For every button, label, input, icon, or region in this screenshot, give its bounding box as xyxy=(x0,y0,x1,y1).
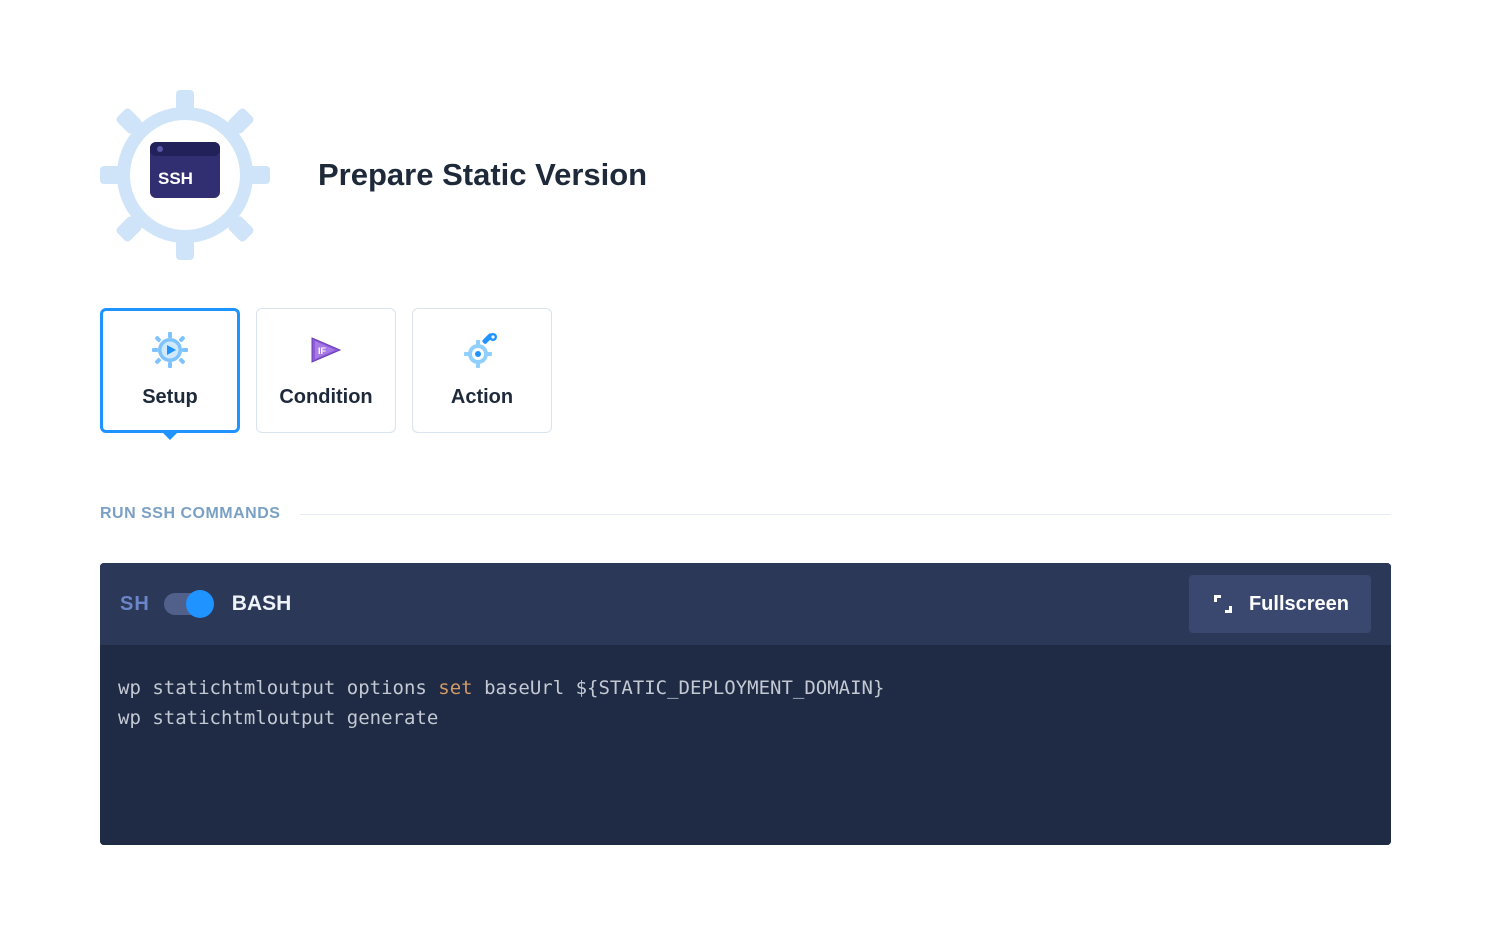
code-editor: SH BASH Fullscreen wp statichtmloutput o… xyxy=(100,563,1391,845)
code-line: wp statichtmloutput generate xyxy=(118,703,1373,733)
tab-setup[interactable]: Setup xyxy=(100,308,240,433)
tab-label: Condition xyxy=(279,386,372,409)
tab-label: Setup xyxy=(142,386,198,409)
code-line: wp statichtmloutput options set baseUrl … xyxy=(118,673,1373,703)
shell-mode-toggle[interactable] xyxy=(164,593,212,615)
sh-mode-label: SH xyxy=(120,593,150,616)
tab-condition[interactable]: IF Condition xyxy=(256,308,396,433)
toggle-knob xyxy=(186,590,214,618)
wrench-gear-icon xyxy=(464,332,500,368)
editor-toolbar: SH BASH Fullscreen xyxy=(100,563,1391,645)
header-row: SSH Prepare Static Version xyxy=(100,90,1391,260)
gear-icon: SSH xyxy=(100,90,270,260)
editor-body[interactable]: wp statichtmloutput options set baseUrl … xyxy=(100,645,1391,845)
fullscreen-button[interactable]: Fullscreen xyxy=(1189,575,1371,633)
fullscreen-label: Fullscreen xyxy=(1249,593,1349,616)
svg-text:IF: IF xyxy=(318,346,327,356)
ssh-badge-label: SSH xyxy=(158,169,193,188)
section-title: RUN SSH COMMANDS xyxy=(100,505,280,523)
section-header: RUN SSH COMMANDS xyxy=(100,505,1391,523)
bash-mode-label: BASH xyxy=(232,592,292,616)
section-divider xyxy=(300,514,1391,515)
tabs-row: Setup IF Condition xyxy=(100,308,1391,433)
fullscreen-icon xyxy=(1211,592,1235,616)
gear-play-icon xyxy=(152,332,188,368)
tab-action[interactable]: Action xyxy=(412,308,552,433)
page-title: Prepare Static Version xyxy=(318,157,647,193)
ssh-action-badge: SSH xyxy=(100,90,270,260)
tab-label: Action xyxy=(451,386,513,409)
if-triangle-icon: IF xyxy=(308,332,344,368)
